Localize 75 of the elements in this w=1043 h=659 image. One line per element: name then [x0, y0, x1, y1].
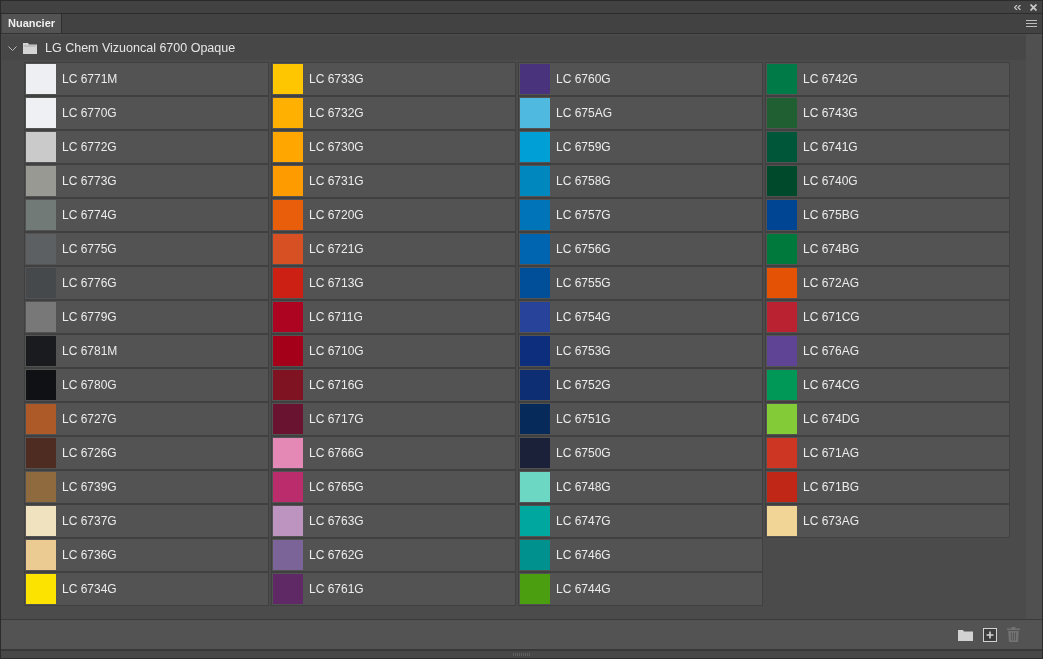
swatch-item[interactable]: LC 6744G — [518, 572, 763, 606]
swatch-item[interactable]: LC 6780G — [24, 368, 269, 402]
swatch-item[interactable]: LC 6733G — [271, 62, 516, 96]
swatch-item[interactable]: LC 6759G — [518, 130, 763, 164]
chevron-icon[interactable] — [8, 43, 17, 53]
swatch-item[interactable]: LC 6753G — [518, 334, 763, 368]
swatch-item[interactable]: LC 6751G — [518, 402, 763, 436]
swatch-item[interactable]: LC 6763G — [271, 504, 516, 538]
new-group-button[interactable] — [958, 628, 973, 641]
swatch-item[interactable]: LC 6710G — [271, 334, 516, 368]
swatch-item[interactable]: LC 6758G — [518, 164, 763, 198]
swatch-item[interactable]: LC 6716G — [271, 368, 516, 402]
swatch-item[interactable]: LC 6734G — [24, 572, 269, 606]
swatch-item[interactable]: LC 6747G — [518, 504, 763, 538]
swatch-item[interactable]: LC 6736G — [24, 538, 269, 572]
swatch-item[interactable]: LC 6770G — [24, 96, 269, 130]
swatch-item[interactable]: LC 6746G — [518, 538, 763, 572]
swatch-item[interactable]: LC 6726G — [24, 436, 269, 470]
swatch-item[interactable]: LC 6773G — [24, 164, 269, 198]
swatch-item[interactable]: LC 6760G — [518, 62, 763, 96]
swatch-item[interactable]: LC 671CG — [765, 300, 1010, 334]
swatch-item[interactable]: LC 6727G — [24, 402, 269, 436]
swatch-item[interactable]: LC 6765G — [271, 470, 516, 504]
swatch-item[interactable]: LC 6776G — [24, 266, 269, 300]
swatch-item[interactable]: LC 6741G — [765, 130, 1010, 164]
swatch-item[interactable]: LC 671AG — [765, 436, 1010, 470]
swatch-item[interactable]: LC 6720G — [271, 198, 516, 232]
swatch-item[interactable]: LC 6711G — [271, 300, 516, 334]
panel-tab[interactable]: Nuancier — [2, 14, 63, 33]
swatch-item[interactable]: LC 6713G — [271, 266, 516, 300]
swatch-item[interactable]: LC 6762G — [271, 538, 516, 572]
swatch-item[interactable]: LC 6766G — [271, 436, 516, 470]
swatch-item[interactable]: LC 6743G — [765, 96, 1010, 130]
swatch-item[interactable]: LC 6771M — [24, 62, 269, 96]
new-swatch-icon — [983, 627, 997, 642]
swatch-item[interactable]: LC 6732G — [271, 96, 516, 130]
swatch-item[interactable]: LC 6742G — [765, 62, 1010, 96]
swatch-item[interactable]: LC 6755G — [518, 266, 763, 300]
swatch-item[interactable]: LC 6779G — [24, 300, 269, 334]
swatch-item[interactable]: LC 674CG — [765, 368, 1010, 402]
swatch-item[interactable]: LC 6740G — [765, 164, 1010, 198]
swatch-item[interactable]: LC 6772G — [24, 130, 269, 164]
swatch-item[interactable]: LC 6774G — [24, 198, 269, 232]
swatch-item[interactable]: LC 675BG — [765, 198, 1010, 232]
swatch-item[interactable]: LC 674BG — [765, 232, 1010, 266]
collapse-icon[interactable] — [1014, 4, 1021, 10]
swatch-item[interactable]: LC 6781M — [24, 334, 269, 368]
swatch-item[interactable]: LC 6717G — [271, 402, 516, 436]
swatch-item[interactable]: LC 6750G — [518, 436, 763, 470]
swatch-item[interactable]: LC 675AG — [518, 96, 763, 130]
swatch-item[interactable]: LC 6775G — [24, 232, 269, 266]
swatch-item[interactable]: LC 6757G — [518, 198, 763, 232]
close-icon[interactable] — [1030, 3, 1037, 11]
swatch-item[interactable]: LC 6748G — [518, 470, 763, 504]
swatch-item[interactable]: LC 6730G — [271, 130, 516, 164]
swatch-item[interactable]: LC 6737G — [24, 504, 269, 538]
swatch-item[interactable]: LC 672AG — [765, 266, 1010, 300]
menu-icon[interactable] — [1026, 20, 1037, 27]
swatch-item[interactable]: LC 6754G — [518, 300, 763, 334]
swatch-item[interactable]: LC 6756G — [518, 232, 763, 266]
folder-icon — [958, 628, 973, 641]
trash-icon — [1007, 627, 1020, 642]
new-swatch-button[interactable] — [983, 627, 997, 642]
swatch-group-title: LG Chem Vizuoncal 6700 Opaque — [45, 41, 236, 55]
swatch-item[interactable]: LC 674DG — [765, 402, 1010, 436]
folder-icon — [23, 42, 37, 54]
swatch-item[interactable]: LC 676AG — [765, 334, 1010, 368]
swatch-item[interactable]: LC 673AG — [765, 504, 1010, 538]
swatch-item[interactable]: LC 6739G — [24, 470, 269, 504]
scrollbar[interactable] — [1026, 34, 1042, 619]
swatch-item[interactable]: LC 671BG — [765, 470, 1010, 504]
swatch-item[interactable]: LC 6721G — [271, 232, 516, 266]
swatch-item[interactable]: LC 6761G — [271, 572, 516, 606]
swatch-item[interactable]: LC 6752G — [518, 368, 763, 402]
swatch-item[interactable]: LC 6731G — [271, 164, 516, 198]
